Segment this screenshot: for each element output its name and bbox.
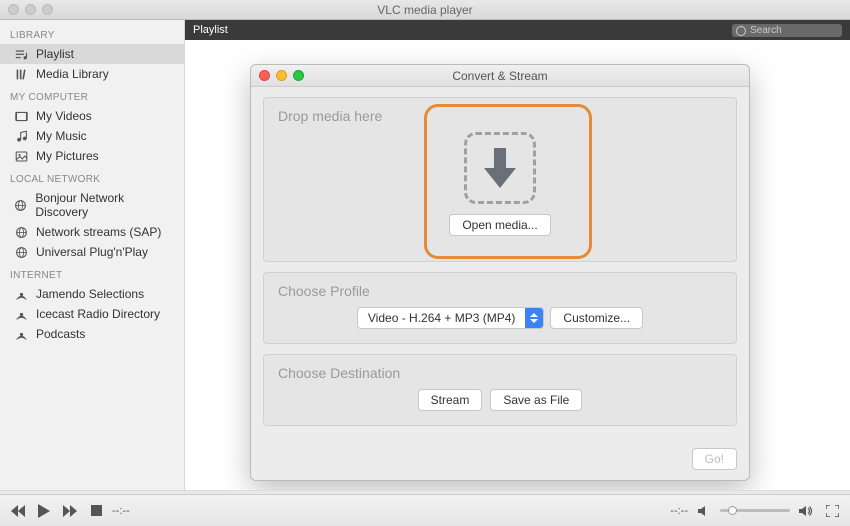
sidebar-item-jamendo[interactable]: Jamendo Selections [0, 284, 184, 304]
podcast-icon [14, 327, 28, 341]
network-icon [14, 225, 28, 239]
drop-target[interactable] [464, 132, 536, 204]
save-as-file-button[interactable]: Save as File [490, 389, 582, 411]
go-button[interactable]: Go! [692, 448, 737, 470]
network-icon [14, 245, 28, 259]
podcast-icon [14, 307, 28, 321]
content-title: Playlist [193, 24, 228, 36]
sidebar-item-playlist[interactable]: Playlist [0, 44, 184, 64]
sidebar-item-upnp[interactable]: Universal Plug'n'Play [0, 242, 184, 262]
volume-low-icon[interactable] [694, 501, 714, 521]
stream-button[interactable]: Stream [418, 389, 483, 411]
playback-controls: --:-- --:-- [0, 494, 850, 526]
previous-button[interactable] [8, 501, 28, 521]
sidebar-item-music[interactable]: My Music [0, 126, 184, 146]
choose-profile-panel: Choose Profile Video - H.264 + MP3 (MP4)… [263, 272, 737, 344]
sidebar-item-label: My Music [36, 129, 87, 143]
app-title: VLC media player [377, 3, 472, 17]
sidebar-item-icecast[interactable]: Icecast Radio Directory [0, 304, 184, 324]
sidebar-item-sap[interactable]: Network streams (SAP) [0, 222, 184, 242]
next-button[interactable] [60, 501, 80, 521]
content-header: Playlist Search [185, 20, 850, 40]
sidebar-item-podcasts[interactable]: Podcasts [0, 324, 184, 344]
stepper-arrows-icon[interactable] [525, 308, 543, 328]
fullscreen-button[interactable] [822, 501, 842, 521]
sidebar-header-network: LOCAL NETWORK [0, 166, 184, 188]
music-icon [14, 129, 28, 143]
network-icon [14, 198, 27, 212]
customize-button[interactable]: Customize... [550, 307, 643, 329]
minimize-icon[interactable] [25, 4, 36, 15]
close-icon[interactable] [259, 70, 270, 81]
play-button[interactable] [34, 501, 54, 521]
dialog-title: Convert & Stream [452, 69, 547, 83]
profile-select[interactable]: Video - H.264 + MP3 (MP4) [357, 307, 545, 329]
sidebar-item-label: My Videos [36, 109, 92, 123]
sidebar-item-videos[interactable]: My Videos [0, 106, 184, 126]
sidebar-item-label: My Pictures [36, 149, 99, 163]
minimize-icon[interactable] [276, 70, 287, 81]
destination-label: Choose Destination [278, 365, 722, 381]
stop-button[interactable] [86, 501, 106, 521]
sidebar-item-label: Universal Plug'n'Play [36, 245, 148, 259]
volume-slider[interactable] [720, 509, 790, 512]
drop-media-panel[interactable]: Drop media here Open media... [263, 97, 737, 262]
sidebar-header-computer: MY COMPUTER [0, 84, 184, 106]
profile-label: Choose Profile [278, 283, 722, 299]
profile-value: Video - H.264 + MP3 (MP4) [358, 311, 526, 325]
library-icon [14, 67, 28, 81]
arrow-down-icon [480, 146, 520, 190]
pictures-icon [14, 149, 28, 163]
search-input[interactable]: Search [732, 24, 842, 37]
open-media-button[interactable]: Open media... [449, 214, 550, 236]
main-titlebar: VLC media player [0, 0, 850, 20]
dialog-traffic-lights[interactable] [259, 70, 304, 81]
search-placeholder: Search [750, 25, 782, 36]
sidebar-item-label: Jamendo Selections [36, 287, 144, 301]
volume-thumb[interactable] [728, 506, 737, 515]
drop-media-label: Drop media here [278, 108, 722, 124]
window-traffic-lights[interactable] [8, 4, 53, 15]
time-elapsed: --:-- [112, 505, 130, 517]
sidebar: LIBRARY Playlist Media Library MY COMPUT… [0, 20, 185, 494]
video-icon [14, 109, 28, 123]
zoom-icon[interactable] [42, 4, 53, 15]
playlist-icon [14, 47, 28, 61]
sidebar-header-internet: INTERNET [0, 262, 184, 284]
choose-destination-panel: Choose Destination Stream Save as File [263, 354, 737, 426]
zoom-icon[interactable] [293, 70, 304, 81]
dialog-titlebar: Convert & Stream [251, 65, 749, 87]
sidebar-item-label: Media Library [36, 67, 109, 81]
sidebar-item-label: Podcasts [36, 327, 85, 341]
sidebar-item-bonjour[interactable]: Bonjour Network Discovery [0, 188, 184, 222]
sidebar-item-pictures[interactable]: My Pictures [0, 146, 184, 166]
time-total: --:-- [670, 505, 688, 517]
sidebar-header-library: LIBRARY [0, 22, 184, 44]
close-icon[interactable] [8, 4, 19, 15]
podcast-icon [14, 287, 28, 301]
sidebar-item-media-library[interactable]: Media Library [0, 64, 184, 84]
sidebar-item-label: Network streams (SAP) [36, 225, 161, 239]
sidebar-item-label: Bonjour Network Discovery [35, 191, 174, 219]
convert-stream-dialog: Convert & Stream Drop media here Open me… [250, 64, 750, 481]
sidebar-item-label: Playlist [36, 47, 74, 61]
volume-high-icon[interactable] [796, 501, 816, 521]
sidebar-item-label: Icecast Radio Directory [36, 307, 160, 321]
